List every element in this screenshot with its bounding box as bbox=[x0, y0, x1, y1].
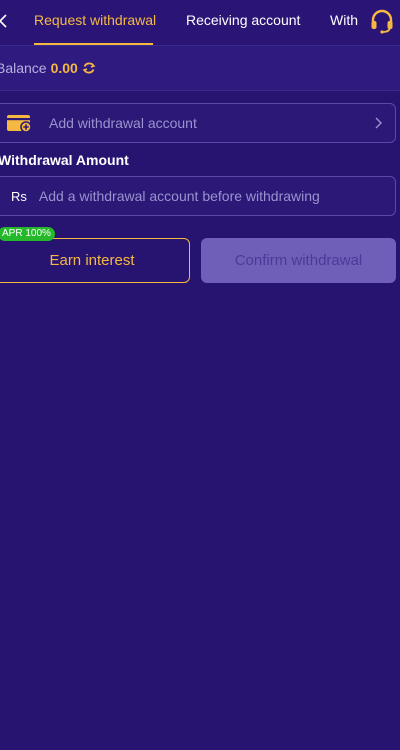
balance-strip: Balance 0.00 bbox=[0, 46, 400, 91]
back-button[interactable] bbox=[0, 9, 12, 33]
currency-symbol: Rs bbox=[11, 188, 27, 204]
apr-badge: APR 100% bbox=[0, 227, 55, 241]
tab-request-withdrawal[interactable]: Request withdrawal bbox=[34, 0, 156, 46]
tab-receiving-account[interactable]: Receiving account bbox=[186, 0, 300, 46]
earn-interest-button[interactable]: Earn interest bbox=[0, 238, 190, 283]
confirm-withdrawal-button[interactable]: Confirm withdrawal bbox=[201, 238, 396, 283]
tab-withdrawal-history[interactable]: With bbox=[330, 0, 358, 46]
refresh-icon bbox=[82, 62, 96, 74]
withdraw-page: Request withdrawal Receiving account Wit… bbox=[0, 0, 400, 750]
back-arrow-icon bbox=[0, 14, 7, 28]
tab-request-withdrawal-label: Request withdrawal bbox=[34, 12, 157, 28]
balance-label: Balance bbox=[0, 60, 47, 76]
withdrawal-amount-label: Withdrawal Amount bbox=[0, 152, 129, 168]
withdrawal-amount-field: Rs bbox=[0, 176, 396, 216]
balance-value: 0.00 bbox=[50, 60, 78, 76]
chevron-right-icon bbox=[373, 116, 383, 130]
withdrawal-amount-input[interactable] bbox=[38, 181, 395, 211]
headset-icon bbox=[371, 9, 393, 34]
customer-support-button[interactable] bbox=[368, 6, 396, 36]
tab-withdrawal-history-label: With bbox=[330, 12, 358, 28]
top-nav: Request withdrawal Receiving account Wit… bbox=[0, 0, 400, 46]
active-tab-indicator bbox=[34, 43, 153, 45]
tab-receiving-account-label: Receiving account bbox=[186, 12, 301, 28]
refresh-balance-button[interactable] bbox=[82, 61, 96, 75]
add-withdrawal-account-button[interactable]: Add withdrawal account bbox=[0, 103, 396, 143]
wallet-add-icon bbox=[6, 112, 34, 134]
add-withdrawal-account-label: Add withdrawal account bbox=[49, 115, 197, 131]
confirm-withdrawal-label: Confirm withdrawal bbox=[234, 252, 363, 269]
earn-interest-label: Earn interest bbox=[49, 252, 135, 269]
